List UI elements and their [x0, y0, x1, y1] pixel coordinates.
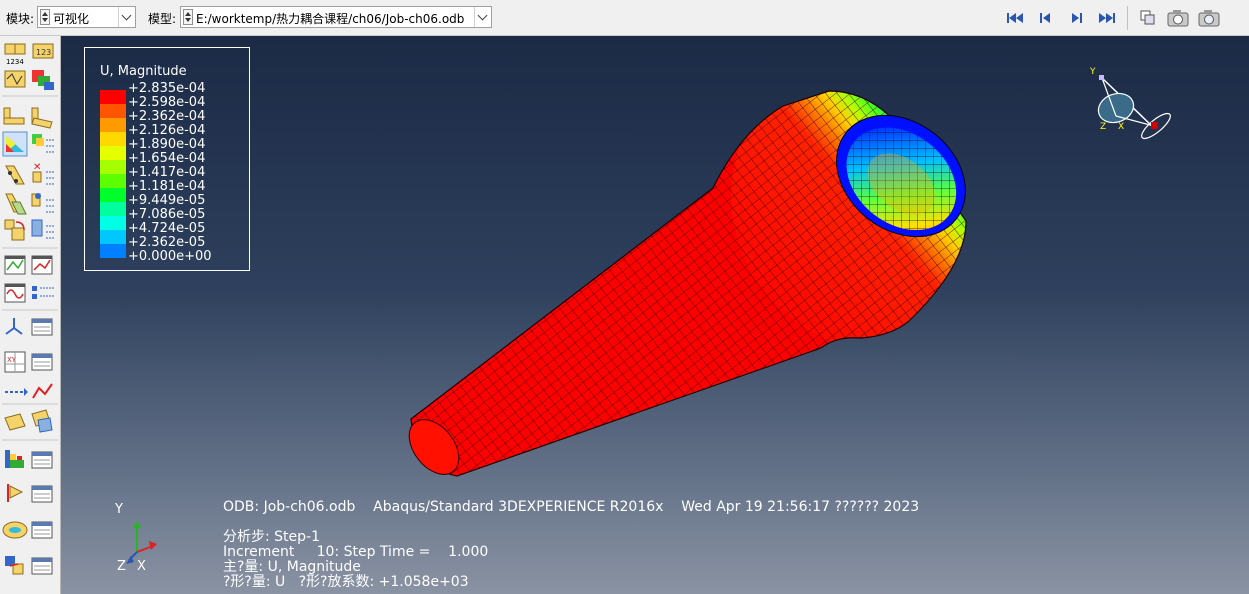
camera-alt-icon[interactable]	[1197, 9, 1221, 27]
step-info-line: 分析步: Step-1	[223, 529, 321, 545]
plot-contours-icon[interactable]: 123	[32, 43, 54, 59]
view-cut-icon[interactable]	[7, 484, 24, 502]
legend-title: U, Magnitude	[100, 64, 187, 79]
previous-frame-icon[interactable]	[1035, 9, 1057, 27]
color-code-icon[interactable]	[5, 450, 24, 468]
model-value: E:/worktemp/热力耦合课程/ch06/Job-ch06.odb	[196, 12, 465, 26]
legend-value: +2.835e-04	[128, 81, 206, 96]
legend-swatch	[100, 202, 126, 216]
legend-swatch	[100, 146, 126, 160]
legend-swatch	[100, 118, 126, 132]
model-select[interactable]: E:/worktemp/热力耦合课程/ch06/Job-ch06.odb	[180, 6, 492, 28]
legend-swatch	[100, 216, 126, 230]
legend-value: +1.181e-04	[128, 179, 206, 194]
toolbox: 1234 123 ✕ XY	[0, 36, 61, 594]
compass-x-label: X	[1118, 122, 1124, 132]
xy-manager-icon[interactable]	[31, 353, 53, 371]
last-frame-icon[interactable]	[1095, 9, 1117, 27]
display-group-manager-icon[interactable]	[31, 409, 53, 433]
animate-harmonic-icon[interactable]	[4, 283, 26, 303]
compass-y-label: Y	[1089, 67, 1096, 77]
toolbar: 模块: 可视化 模型: E:/worktemp/热力耦合课程/ch06/Job-…	[0, 0, 1249, 36]
model-label: 模型:	[148, 12, 177, 26]
query-options-icon[interactable]	[31, 521, 53, 539]
svg-text:✕: ✕	[33, 162, 41, 173]
odb-info-line: ODB: Job-ch06.odb Abaqus/Standard 3DEXPE…	[223, 499, 920, 515]
legend-value: +4.724e-05	[128, 221, 206, 236]
create-xy-icon[interactable]: XY	[4, 351, 26, 373]
legend-swatch	[100, 90, 126, 104]
contour-legend: U, Magnitude +2.835e-04 +2.598e-04 +2.36…	[84, 47, 250, 271]
legend-swatch	[100, 230, 126, 244]
orientation-options-icon[interactable]	[31, 193, 54, 213]
camera-icon[interactable]	[1166, 9, 1190, 27]
legend-swatch	[100, 188, 126, 202]
contour-options-icon[interactable]	[32, 134, 54, 153]
legend-value: +1.890e-04	[128, 137, 206, 152]
legend-value: +9.449e-05	[128, 193, 206, 208]
module-value: 可视化	[53, 12, 90, 26]
legend-swatch	[100, 244, 126, 258]
overlay-options-icon[interactable]	[31, 557, 53, 575]
legend-swatch	[100, 132, 126, 146]
deformation-line: ?形?量: U ?形?放系数: +1.058e+03	[223, 574, 469, 590]
legend-value: +7.086e-05	[128, 207, 206, 222]
triad-y-label: Y	[115, 502, 123, 517]
chevron-down-icon	[474, 7, 491, 27]
animate-time-icon[interactable]	[31, 255, 53, 275]
view-compass[interactable]: Y Z X	[1076, 58, 1176, 148]
query-icon[interactable]	[2, 521, 28, 539]
display-group-icon[interactable]	[4, 413, 26, 431]
module-label: 模块:	[6, 12, 35, 26]
viewport[interactable]: U, Magnitude +2.835e-04 +2.598e-04 +2.36…	[61, 36, 1249, 594]
svg-text:1234: 1234	[6, 58, 24, 66]
increment-info-line: Increment 10: Step Time = 1.000	[223, 544, 489, 560]
legend-value: +0.000e+00	[128, 249, 212, 264]
symbol-options-icon[interactable]: ✕	[32, 162, 54, 185]
view-cut-manager-icon[interactable]	[31, 485, 53, 503]
first-frame-icon[interactable]	[1005, 9, 1027, 27]
triad-z-label: Z	[117, 559, 126, 574]
spin-icon	[40, 9, 50, 25]
ply-options-icon[interactable]	[31, 219, 54, 239]
legend-value: +1.417e-04	[128, 165, 206, 180]
animate-icon[interactable]	[31, 107, 53, 129]
ply-stack-icon[interactable]	[4, 219, 25, 241]
triad-x-label: X	[137, 559, 146, 574]
animate-scale-icon[interactable]	[4, 255, 26, 275]
overlay-plot-icon[interactable]	[5, 556, 24, 575]
legend-value: +2.598e-04	[128, 95, 206, 110]
legend-swatch	[100, 160, 126, 174]
xy-data-icon[interactable]	[5, 318, 23, 335]
orientation-icon[interactable]	[5, 193, 27, 215]
chevron-down-icon	[118, 7, 135, 27]
legend-value: +1.654e-04	[128, 151, 206, 166]
path-icon[interactable]	[5, 388, 28, 396]
symbol-icon[interactable]	[5, 165, 25, 185]
plot-undeformed-icon[interactable]: 1234	[4, 43, 26, 66]
next-frame-icon[interactable]	[1065, 9, 1087, 27]
animation-options-icon[interactable]	[32, 286, 54, 299]
legend-value: +2.362e-05	[128, 235, 206, 250]
color-code-options-icon[interactable]	[31, 451, 53, 469]
svg-text:123: 123	[36, 48, 51, 57]
plot-path-icon[interactable]	[32, 383, 53, 399]
deformed-shape-icon[interactable]	[4, 70, 26, 88]
material-orientation-icon[interactable]	[3, 107, 25, 125]
spin-icon	[183, 9, 193, 25]
legend-value: +2.362e-04	[128, 109, 206, 124]
xy-options-icon[interactable]	[31, 318, 53, 336]
legend-swatch	[100, 104, 126, 118]
legend-value: +2.126e-04	[128, 123, 206, 138]
view-manager-icon[interactable]	[1137, 9, 1159, 27]
compass-z-label: Z	[1100, 122, 1106, 132]
module-select[interactable]: 可视化	[37, 6, 136, 28]
legend-swatch	[100, 174, 126, 188]
primary-variable-line: 主?量: U, Magnitude	[223, 559, 361, 575]
symbol-plot-icon[interactable]	[32, 70, 54, 90]
